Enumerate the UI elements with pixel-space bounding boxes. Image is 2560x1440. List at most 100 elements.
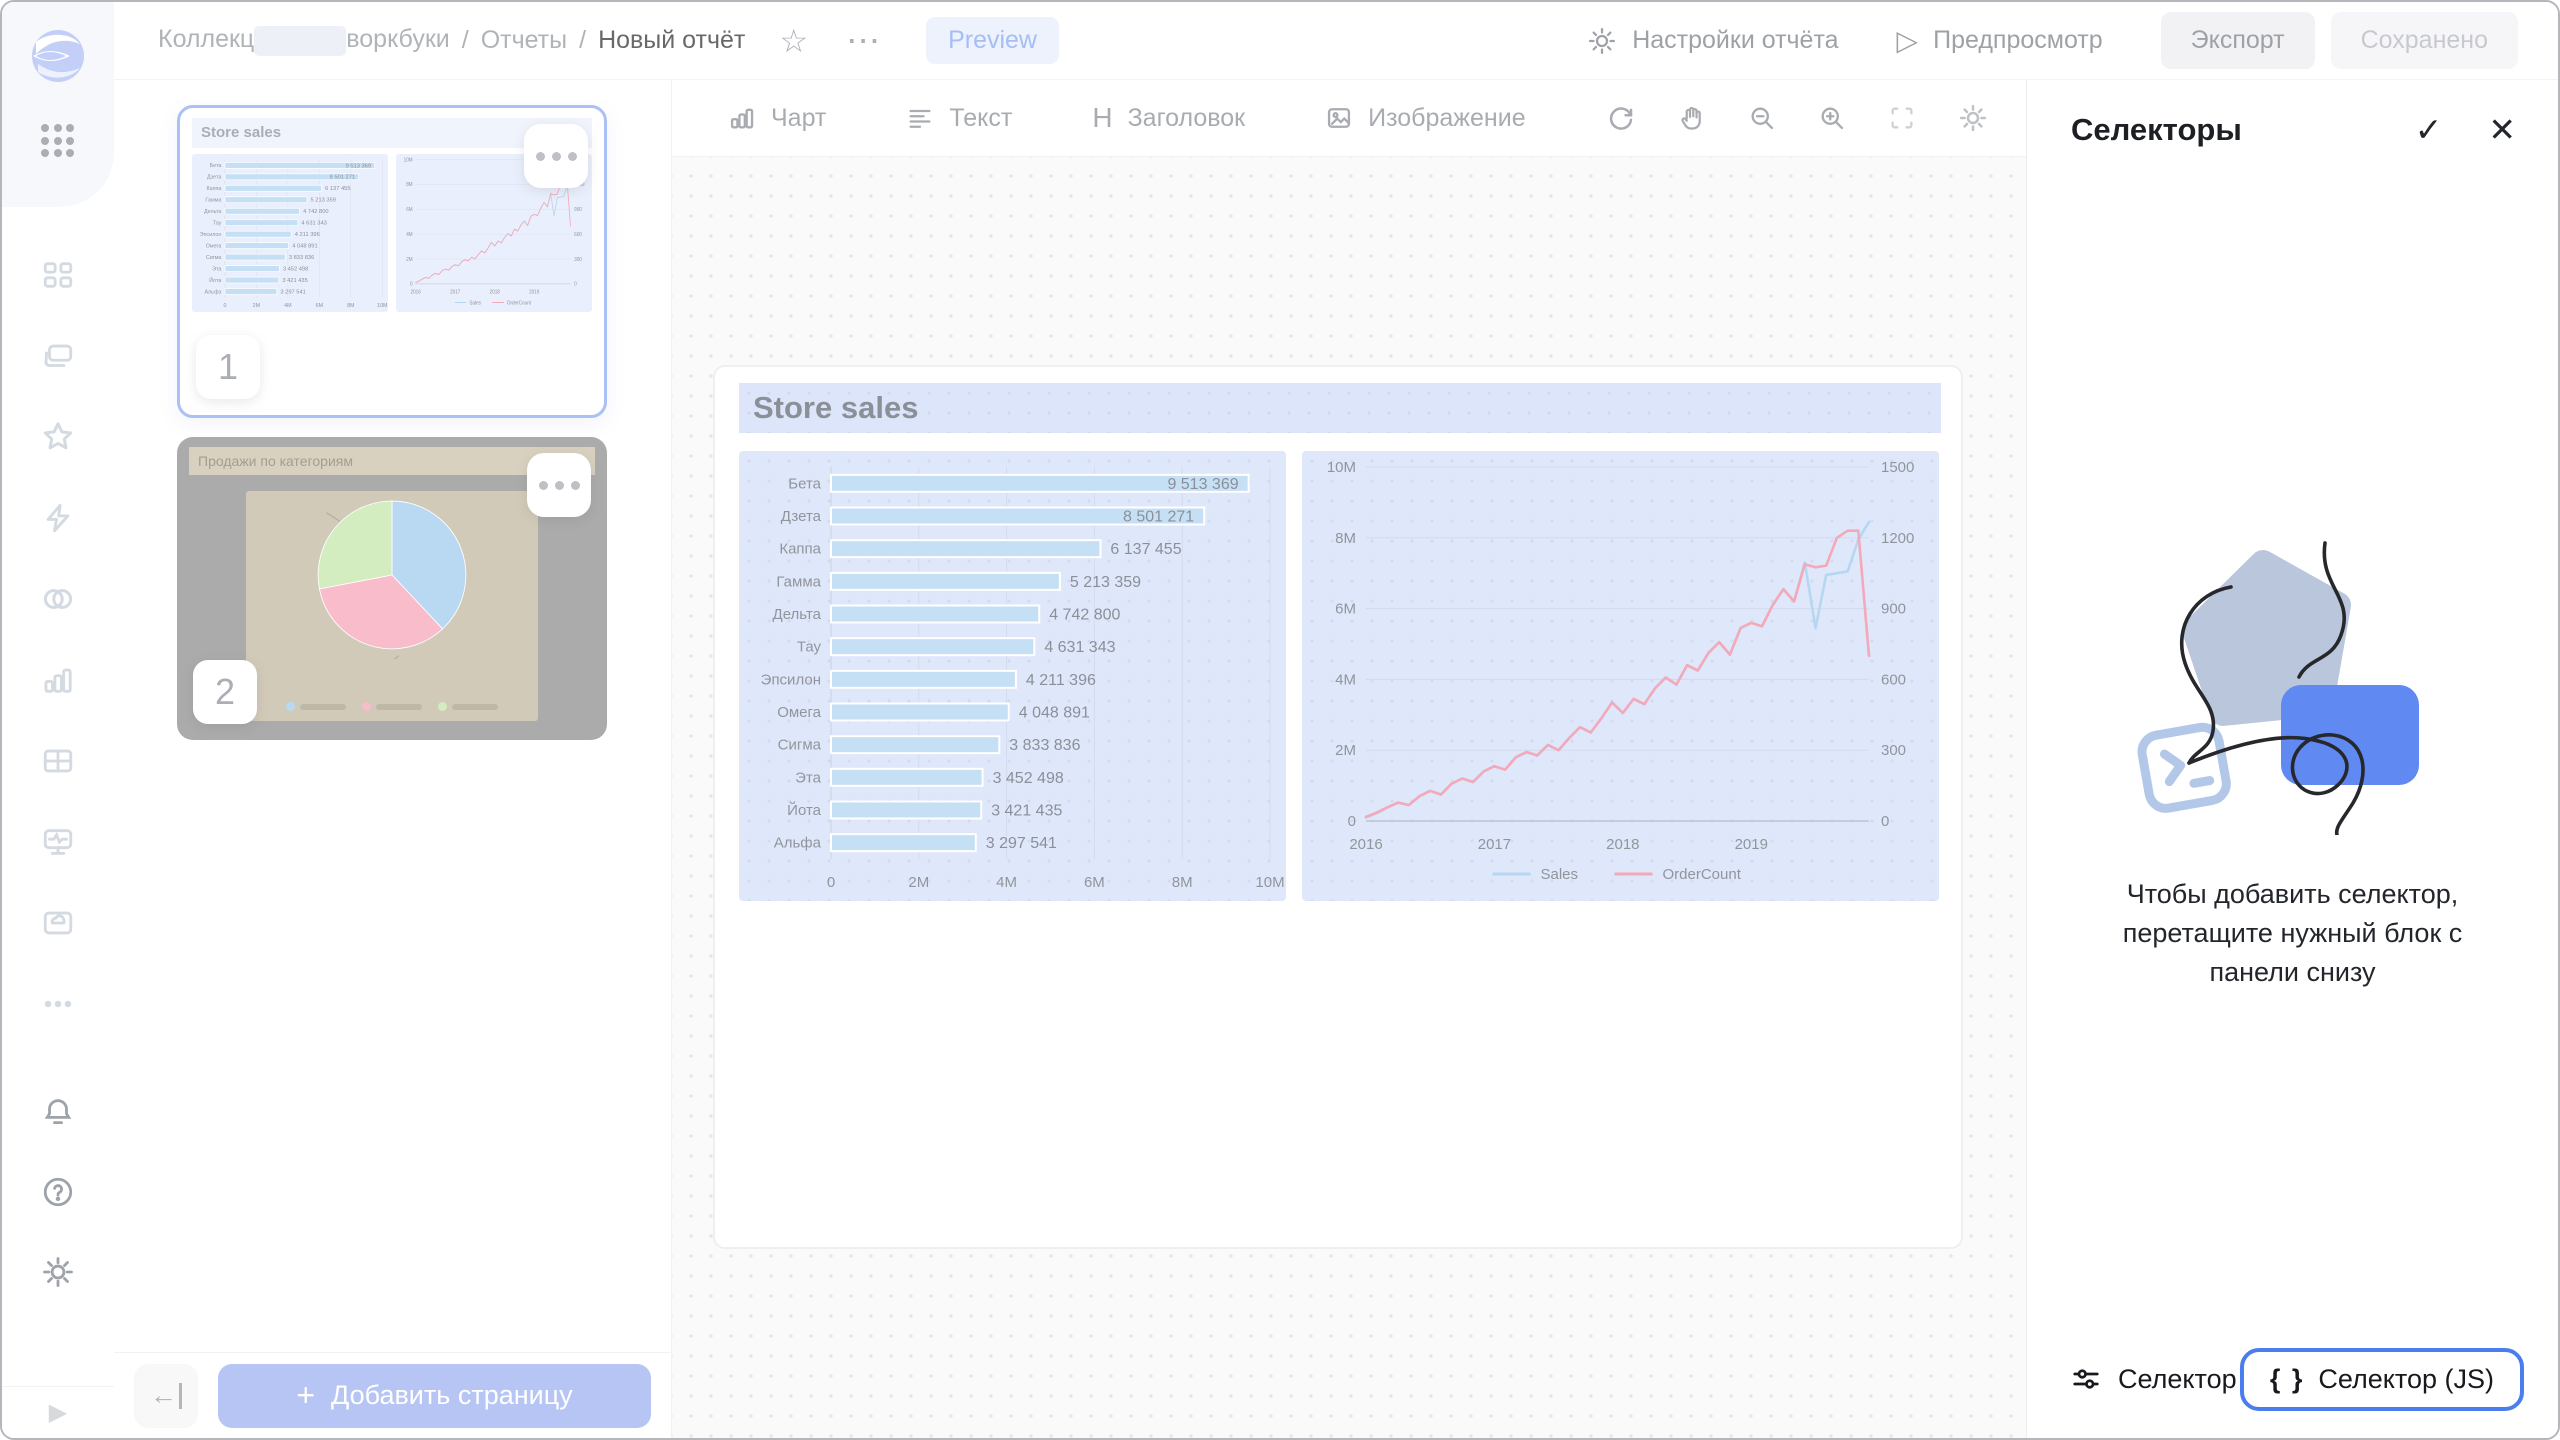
settings-gear-icon[interactable] — [40, 1254, 76, 1290]
svg-text:2017: 2017 — [450, 289, 460, 295]
collections-icon[interactable] — [40, 338, 76, 374]
svg-text:Дельта: Дельта — [204, 209, 221, 215]
left-rail-bottom — [2, 1094, 114, 1290]
svg-text:8M: 8M — [406, 182, 412, 188]
empty-state-hint: Чтобы добавить селектор, перетащите нужн… — [2027, 875, 2558, 992]
insert-image-button[interactable]: Изображение — [1325, 104, 1525, 133]
svg-text:2M: 2M — [253, 303, 260, 309]
topbar: Коллекцворкбуки / Отчеты / Новый отчёт ☆… — [114, 2, 2558, 80]
datalens-logo-icon[interactable] — [30, 28, 86, 84]
insert-text-button[interactable]: Текст — [906, 104, 1012, 133]
svg-text:0: 0 — [1881, 813, 1889, 830]
charts-icon[interactable] — [40, 662, 76, 698]
svg-text:2018: 2018 — [490, 289, 500, 295]
insert-chart-button[interactable]: Чарт — [728, 104, 826, 133]
back-arrow-icon: ← — [150, 1380, 177, 1411]
svg-text:Дзета: Дзета — [207, 175, 221, 181]
preview-badge[interactable]: Preview — [926, 17, 1059, 64]
notifications-bell-icon[interactable] — [40, 1094, 76, 1130]
svg-text:4 631 343: 4 631 343 — [301, 221, 326, 227]
monitoring-icon[interactable] — [40, 824, 76, 860]
help-icon[interactable] — [40, 1174, 76, 1210]
apply-check-icon[interactable]: ✓ — [2415, 110, 2443, 149]
connections-icon[interactable] — [40, 581, 76, 617]
expand-rail-icon[interactable]: ▶ — [49, 1398, 67, 1427]
empty-state-illustration — [2113, 535, 2473, 835]
favorites-icon[interactable] — [40, 419, 76, 455]
svg-text:Гамма: Гамма — [205, 198, 221, 204]
dashboards-icon[interactable] — [40, 257, 76, 293]
breadcrumb-separator: / — [462, 26, 469, 55]
svg-text:0: 0 — [223, 303, 226, 309]
svg-text:Альфа: Альфа — [204, 289, 221, 295]
svg-text:3 452 498: 3 452 498 — [993, 770, 1064, 787]
thumb2-menu-icon[interactable] — [527, 453, 591, 517]
page-number-badge: 2 — [193, 660, 257, 724]
breadcrumb-reports[interactable]: Отчеты — [481, 26, 567, 55]
report-settings-button[interactable]: Настройки отчёта — [1587, 26, 1838, 56]
svg-text:4M: 4M — [1335, 671, 1356, 688]
canvas-area[interactable]: Store sales 02M4M6M8M10MБета9 513 369Дзе… — [672, 157, 2026, 1438]
editor-bolt-icon[interactable] — [40, 500, 76, 536]
rail-footer: ▶ — [2, 1386, 114, 1438]
svg-text:8 501 271: 8 501 271 — [330, 175, 355, 181]
store-sales-widget[interactable]: Store sales 02M4M6M8M10MБета9 513 369Дзе… — [713, 365, 1963, 1249]
saved-button[interactable]: Сохранено — [2331, 12, 2518, 69]
thumb1-menu-icon[interactable] — [524, 124, 588, 188]
gear-icon — [1587, 26, 1617, 56]
svg-text:4 211 396: 4 211 396 — [1026, 672, 1096, 689]
preview-action-button[interactable]: ▷ Предпросмотр — [1897, 24, 2103, 57]
mini-bar-chart: 02M4M6M8M10MБета9 513 369Дзета8 501 271К… — [192, 154, 388, 312]
pan-hand-button[interactable] — [1678, 104, 1706, 132]
more-services-icon[interactable] — [40, 986, 76, 1022]
svg-text:6M: 6M — [1335, 601, 1356, 618]
svg-text:600: 600 — [1881, 671, 1906, 688]
add-page-button[interactable]: + Добавить страницу — [218, 1364, 651, 1428]
canvas-settings-button[interactable] — [1958, 103, 1988, 133]
svg-text:4M: 4M — [406, 232, 412, 238]
svg-text:3 452 498: 3 452 498 — [283, 267, 308, 273]
zoom-out-button[interactable] — [1748, 104, 1776, 132]
breadcrumb-collection[interactable]: Коллекцворкбуки — [158, 25, 450, 55]
svg-text:3 297 541: 3 297 541 — [280, 289, 305, 295]
redacted-text-block — [254, 26, 346, 56]
add-selector-js-button[interactable]: { } Селектор (JS) — [2240, 1348, 2524, 1411]
zoom-in-button[interactable] — [1818, 104, 1846, 132]
datasets-table-icon[interactable] — [40, 743, 76, 779]
pages-footer: ← + Добавить страницу — [114, 1352, 671, 1438]
left-rail-nav — [2, 257, 114, 1022]
fit-screen-button[interactable] — [1888, 104, 1916, 132]
svg-text:4 742 800: 4 742 800 — [1049, 607, 1120, 624]
left-rail-top — [2, 2, 114, 207]
line-chart: 002M3004M6006M9008M120010M15002016201720… — [1302, 451, 1939, 901]
svg-text:4M: 4M — [284, 303, 291, 309]
page-thumbnail-2[interactable]: Продажи по категориям 2 — [177, 437, 607, 740]
svg-text:4M: 4M — [996, 874, 1017, 891]
svg-text:2M: 2M — [908, 874, 929, 891]
svg-text:3 421 435: 3 421 435 — [991, 803, 1062, 820]
page-thumbnail-1[interactable]: Store sales 02M4M6M8M10MБета9 513 369Дзе… — [177, 105, 607, 418]
svg-text:5 213 359: 5 213 359 — [311, 198, 336, 204]
collapse-panel-button[interactable]: ← — [134, 1364, 198, 1428]
favorite-star-icon[interactable]: ☆ — [779, 22, 808, 60]
svg-text:1200: 1200 — [1881, 530, 1914, 547]
svg-text:Эта: Эта — [795, 769, 821, 786]
more-menu-icon[interactable]: ⋯ — [846, 21, 882, 61]
svg-text:3 297 541: 3 297 541 — [986, 835, 1057, 852]
storage-folder-icon[interactable] — [40, 905, 76, 941]
hand-icon — [1678, 104, 1706, 132]
image-icon — [1325, 104, 1353, 132]
export-button[interactable]: Экспорт — [2161, 12, 2315, 69]
svg-text:900: 900 — [574, 207, 582, 213]
close-icon[interactable]: ✕ — [2488, 110, 2516, 149]
add-selector-button[interactable]: Селектор — [2071, 1364, 2237, 1395]
refresh-button[interactable] — [1606, 103, 1636, 133]
svg-text:0: 0 — [410, 281, 413, 287]
svg-text:9 513 369: 9 513 369 — [1167, 476, 1238, 493]
apps-grid-icon[interactable] — [41, 124, 75, 158]
insert-heading-button[interactable]: H Заголовок — [1092, 102, 1245, 134]
svg-text:2016: 2016 — [411, 289, 421, 295]
svg-text:Сигма: Сигма — [778, 737, 822, 754]
widget-charts-row: 02M4M6M8M10MБета9 513 369Дзета8 501 271К… — [739, 451, 1939, 901]
app-window: ▶ Коллекцворкбуки / Отчеты / Новый отчёт… — [0, 0, 2560, 1440]
